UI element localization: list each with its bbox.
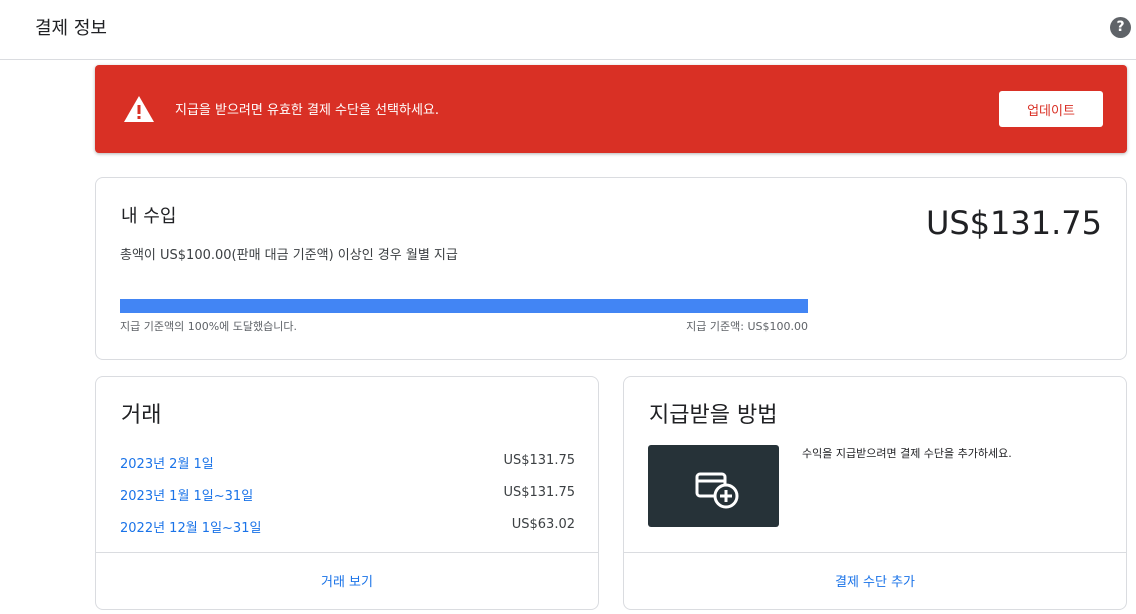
payout-progress-fill — [120, 299, 808, 313]
earnings-card: 내 수입 총액이 US$100.00(판매 대금 기준액) 이상인 경우 월별 … — [95, 177, 1127, 360]
add-payment-method-link[interactable]: 결제 수단 추가 — [624, 571, 1126, 590]
help-icon[interactable]: ? — [1110, 17, 1131, 38]
transaction-date-link[interactable]: 2023년 1월 1일~31일 — [120, 485, 253, 504]
payment-method-image — [648, 445, 779, 527]
alert-message: 지급을 받으려면 유효한 결제 수단을 선택하세요. — [175, 103, 439, 118]
payout-progress-bar — [120, 299, 808, 313]
transaction-amount: US$63.02 — [511, 517, 575, 532]
earnings-amount: US$131.75 — [925, 204, 1102, 242]
transaction-date-link[interactable]: 2022년 12월 1일~31일 — [120, 517, 261, 536]
progress-status-text: 지급 기준액의 100%에 도달했습니다. — [120, 320, 297, 333]
page-title: 결제 정보 — [35, 18, 107, 39]
payment-method-instruction: 수익을 지급받으려면 결제 수단을 추가하세요. — [802, 447, 1012, 460]
transaction-date-link[interactable]: 2023년 2월 1일 — [120, 453, 214, 472]
transactions-card: 거래 2023년 2월 1일 US$131.75 2023년 1월 1일~31일… — [95, 376, 599, 610]
transaction-row: 2022년 12월 1일~31일 US$63.02 — [120, 517, 575, 537]
update-button[interactable]: 업데이트 — [999, 91, 1103, 127]
payment-alert-banner: 지급을 받으려면 유효한 결제 수단을 선택하세요. 업데이트 — [95, 65, 1127, 153]
transaction-row: 2023년 2월 1일 US$131.75 — [120, 453, 575, 473]
payment-method-title: 지급받을 방법 — [649, 403, 778, 428]
top-bar: 결제 정보 ? — [0, 0, 1136, 60]
card-divider — [96, 552, 598, 553]
payment-method-card: 지급받을 방법 수익을 지급받으려면 결제 수단을 추가하세요. 결제 수단 추… — [623, 376, 1127, 610]
earnings-title: 내 수입 — [121, 206, 177, 227]
warning-icon — [124, 96, 154, 122]
payout-threshold-text: 지급 기준액: US$100.00 — [686, 320, 808, 333]
transaction-row: 2023년 1월 1일~31일 US$131.75 — [120, 485, 575, 505]
view-transactions-link[interactable]: 거래 보기 — [96, 571, 598, 590]
transactions-title: 거래 — [121, 403, 162, 428]
card-divider — [624, 552, 1126, 553]
transaction-amount: US$131.75 — [503, 453, 575, 468]
add-card-icon — [695, 472, 739, 509]
transaction-amount: US$131.75 — [503, 485, 575, 500]
earnings-description: 총액이 US$100.00(판매 대금 기준액) 이상인 경우 월별 지급 — [120, 248, 458, 263]
